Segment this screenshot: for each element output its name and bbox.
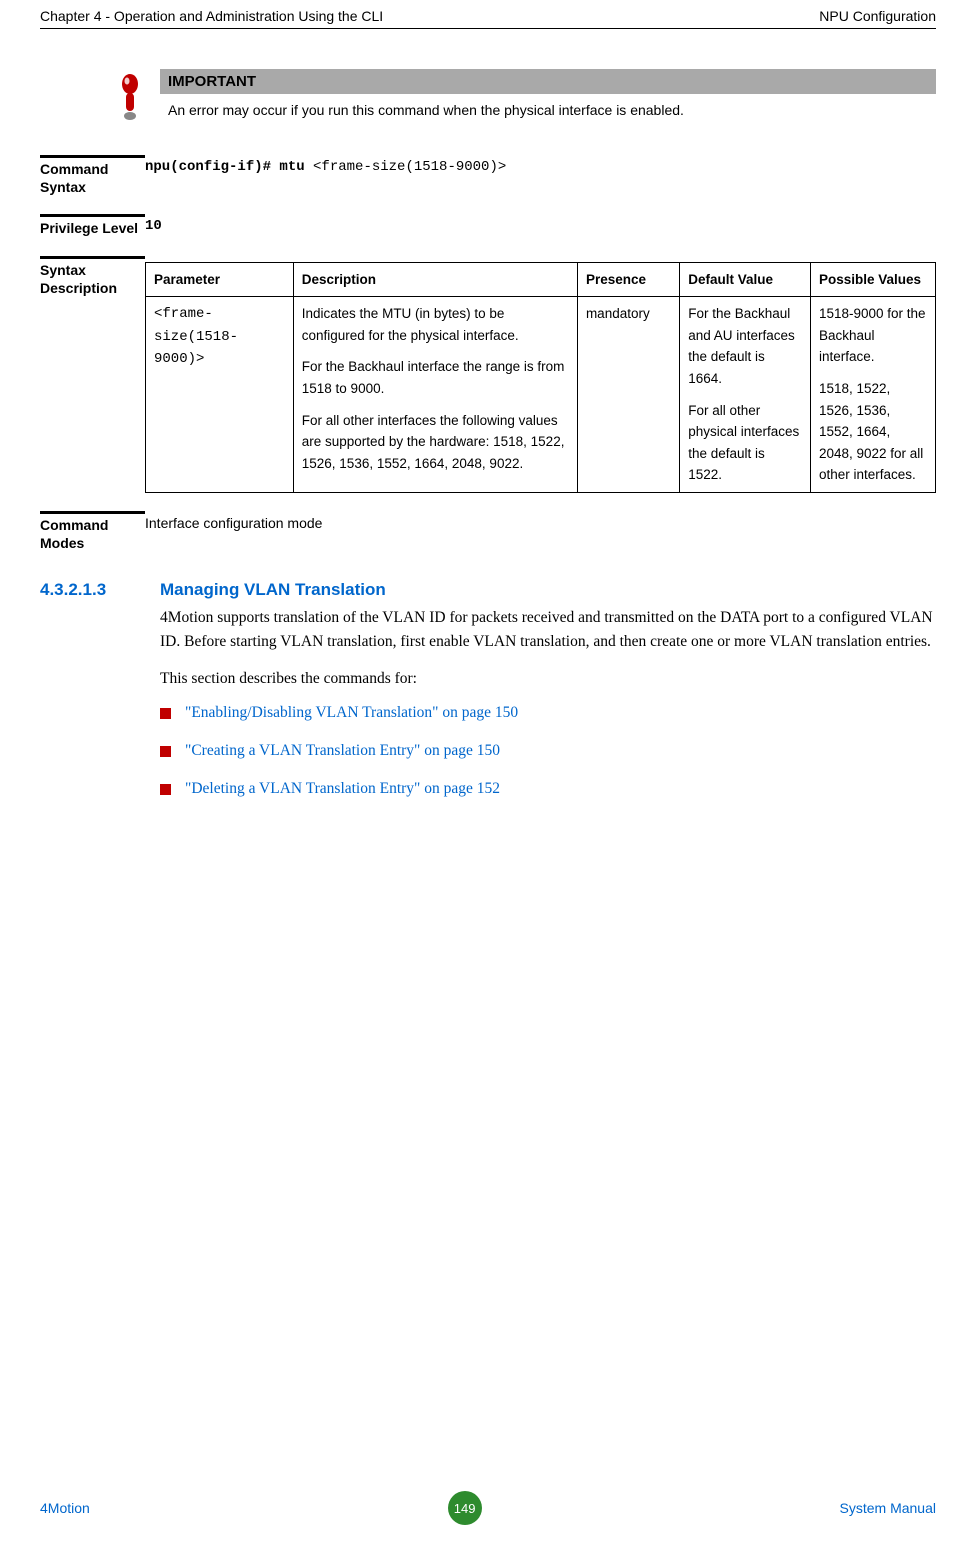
important-label: IMPORTANT	[160, 69, 936, 94]
footer-page-number: 149	[448, 1491, 482, 1525]
command-syntax-arg: <frame-size(1518-9000)>	[313, 159, 506, 175]
th-possible-values: Possible Values	[810, 262, 935, 297]
td-presence: mandatory	[577, 297, 679, 493]
table-row: <frame-size(1518-9000)> Indicates the MT…	[146, 297, 936, 493]
page-footer: 4Motion 149 System Manual	[40, 1491, 936, 1525]
command-syntax-bold: npu(config-if)# mtu	[145, 159, 313, 175]
td-default: For the Backhaul and AU interfaces the d…	[680, 297, 811, 493]
command-modes-row: Command Modes Interface configuration mo…	[40, 511, 936, 552]
section-number: 4.3.2.1.3	[40, 580, 160, 600]
link-text[interactable]: "Creating a VLAN Translation Entry" on p…	[185, 742, 500, 760]
link-list: "Enabling/Disabling VLAN Translation" on…	[160, 704, 936, 798]
td-default-p2: For all other physical interfaces the de…	[688, 400, 802, 486]
page-content: IMPORTANT An error may occur if you run …	[40, 29, 936, 798]
syntax-description-row: Syntax Description Parameter Description…	[40, 256, 936, 493]
th-parameter: Parameter	[146, 262, 294, 297]
section-title: Managing VLAN Translation	[160, 580, 386, 600]
command-modes-label: Command Modes	[40, 511, 145, 552]
td-possible: 1518-9000 for the Backhaul interface. 15…	[810, 297, 935, 493]
link-text[interactable]: "Enabling/Disabling VLAN Translation" on…	[185, 704, 518, 722]
command-syntax-value: npu(config-if)# mtu <frame-size(1518-900…	[145, 155, 936, 175]
td-possible-p1: 1518-9000 for the Backhaul interface.	[819, 303, 927, 368]
page-header: Chapter 4 - Operation and Administration…	[40, 0, 936, 29]
list-item: "Enabling/Disabling VLAN Translation" on…	[160, 704, 936, 722]
important-icon	[110, 69, 150, 125]
header-section: NPU Configuration	[819, 8, 936, 24]
td-default-p1: For the Backhaul and AU interfaces the d…	[688, 303, 802, 389]
section-heading: 4.3.2.1.3 Managing VLAN Translation	[40, 580, 936, 600]
td-possible-p2: 1518, 1522, 1526, 1536, 1552, 1664, 2048…	[819, 378, 927, 486]
td-desc-p3: For all other interfaces the following v…	[302, 410, 569, 475]
td-description: Indicates the MTU (in bytes) to be confi…	[293, 297, 577, 493]
list-item: "Deleting a VLAN Translation Entry" on p…	[160, 780, 936, 798]
footer-manual: System Manual	[840, 1500, 936, 1516]
td-parameter: <frame-size(1518-9000)>	[146, 297, 294, 493]
link-text[interactable]: "Deleting a VLAN Translation Entry" on p…	[185, 780, 500, 798]
bullet-icon	[160, 784, 171, 795]
section-paragraph-1: 4Motion supports translation of the VLAN…	[160, 606, 936, 653]
bullet-icon	[160, 746, 171, 757]
important-note: IMPORTANT An error may occur if you run …	[110, 69, 936, 125]
header-chapter: Chapter 4 - Operation and Administration…	[40, 8, 383, 24]
important-body: An error may occur if you run this comma…	[160, 94, 936, 118]
command-modes-value: Interface configuration mode	[145, 511, 936, 531]
th-presence: Presence	[577, 262, 679, 297]
syntax-table: Parameter Description Presence Default V…	[145, 262, 936, 493]
th-description: Description	[293, 262, 577, 297]
bullet-icon	[160, 708, 171, 719]
syntax-description-label: Syntax Description	[40, 256, 145, 297]
command-syntax-label: Command Syntax	[40, 155, 145, 196]
section-paragraph-2: This section describes the commands for:	[160, 667, 936, 690]
th-default-value: Default Value	[680, 262, 811, 297]
list-item: "Creating a VLAN Translation Entry" on p…	[160, 742, 936, 760]
privilege-row: Privilege Level 10	[40, 214, 936, 237]
footer-product: 4Motion	[40, 1500, 90, 1516]
td-desc-p1: Indicates the MTU (in bytes) to be confi…	[302, 303, 569, 346]
privilege-label: Privilege Level	[40, 214, 145, 237]
table-header-row: Parameter Description Presence Default V…	[146, 262, 936, 297]
privilege-value: 10	[145, 214, 936, 234]
command-syntax-row: Command Syntax npu(config-if)# mtu <fram…	[40, 155, 936, 196]
td-desc-p2: For the Backhaul interface the range is …	[302, 356, 569, 399]
